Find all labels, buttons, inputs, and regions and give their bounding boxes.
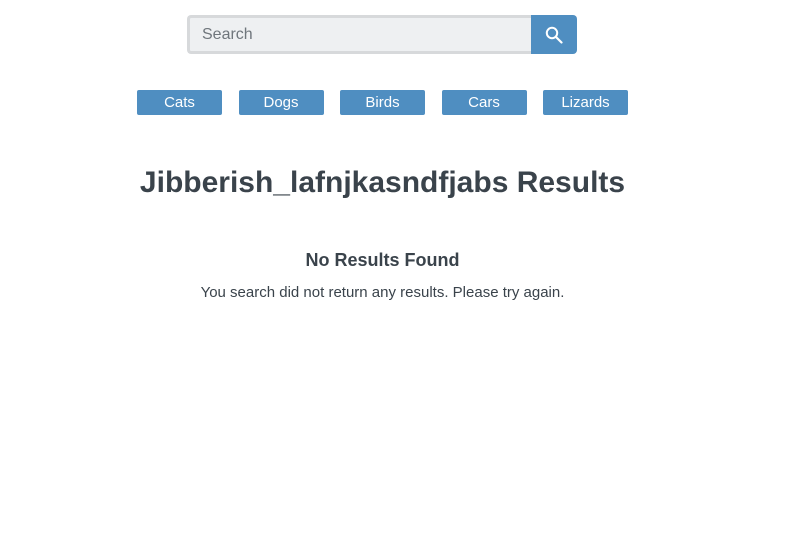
category-buttons: Cats Dogs Birds Cars Lizards [137,90,628,115]
category-button-cats[interactable]: Cats [137,90,222,115]
no-results-message: You search did not return any results. P… [200,284,565,301]
search-icon [545,26,563,44]
search-input[interactable] [187,15,532,54]
results-title: Jibberish_lafnjkasndfjabs Results [139,166,626,199]
search-bar [187,15,577,54]
no-results-heading: No Results Found [305,250,460,270]
category-button-birds[interactable]: Birds [340,90,425,115]
page: Cats Dogs Birds Cars Lizards Jibberish_l… [0,0,800,550]
search-button[interactable] [531,15,577,54]
category-button-cars[interactable]: Cars [441,90,527,115]
category-button-dogs[interactable]: Dogs [238,90,324,115]
category-button-lizards[interactable]: Lizards [543,90,628,115]
